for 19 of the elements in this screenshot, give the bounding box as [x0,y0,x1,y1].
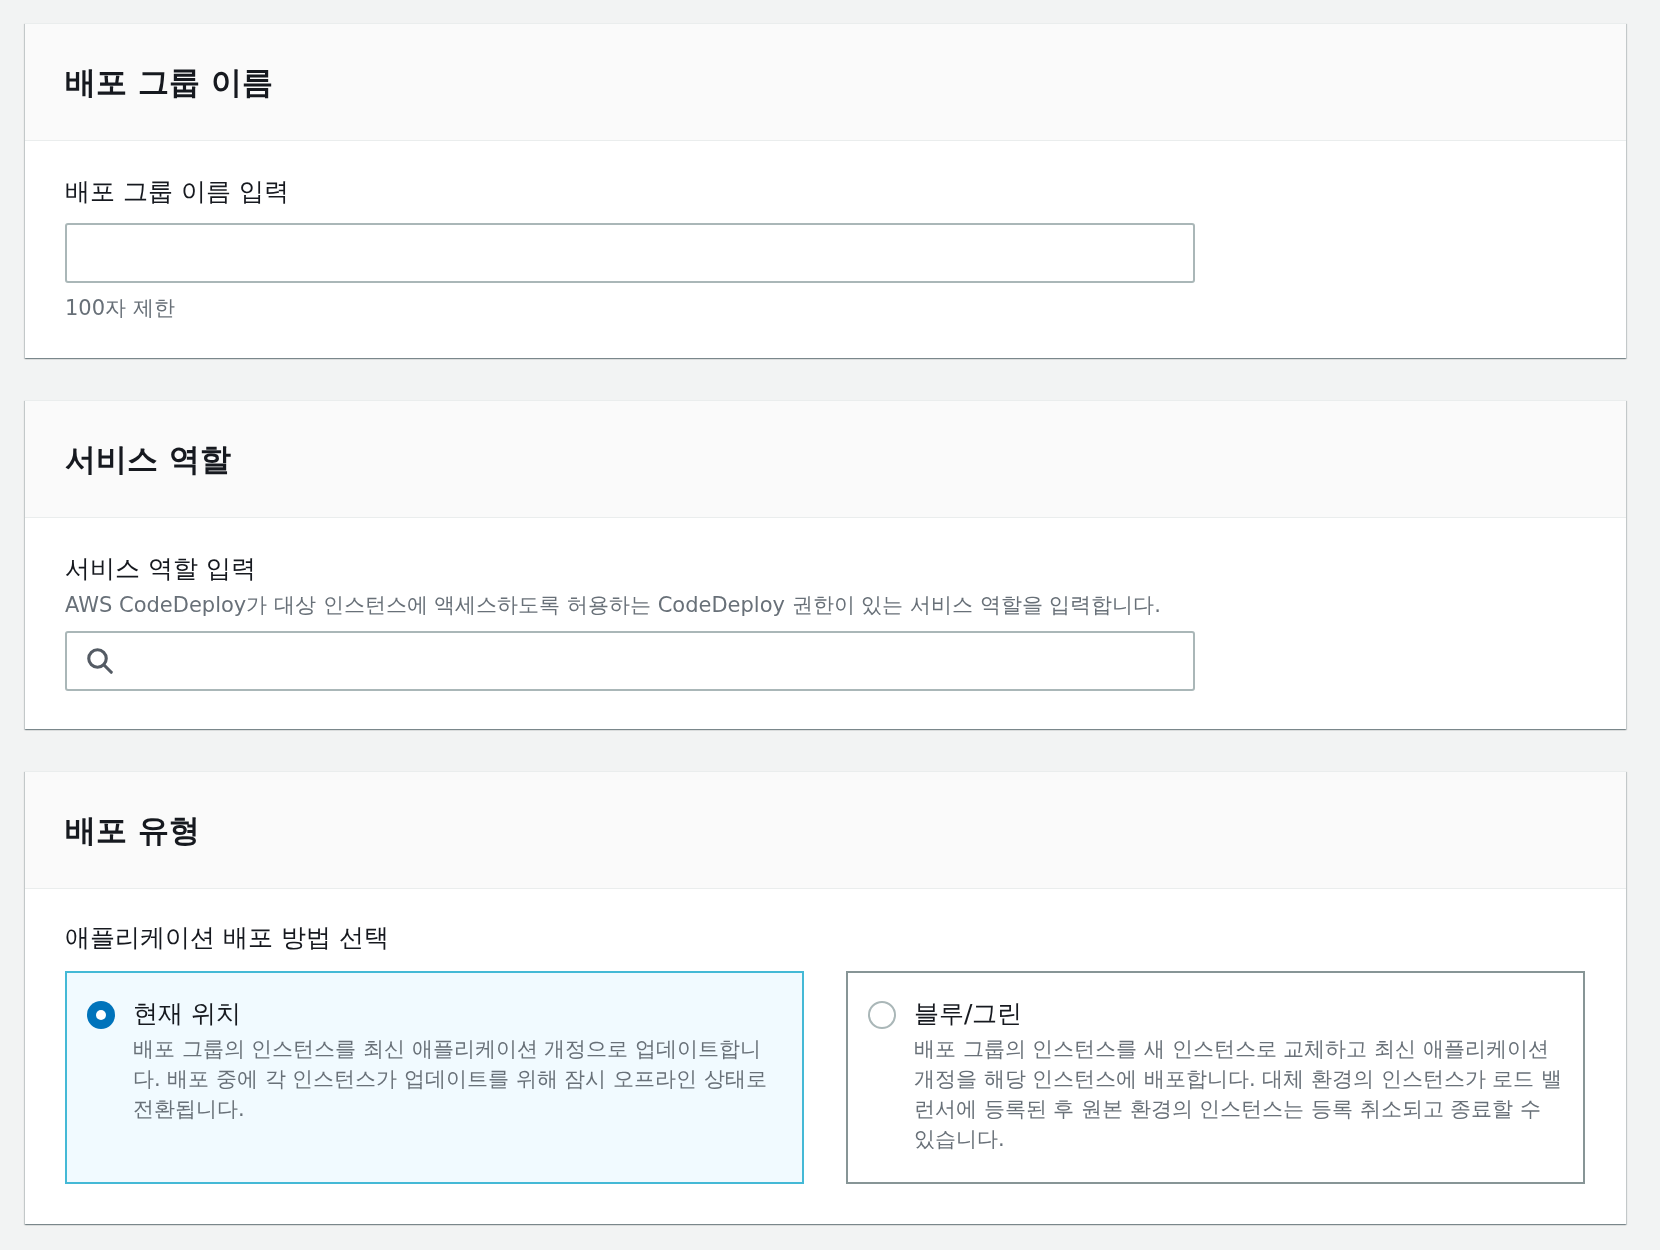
field-label: 배포 그룹 이름 입력 [65,176,290,208]
section-title: 배포 유형 [65,810,200,850]
input-field[interactable] [65,222,1195,283]
option-description: 배포 그룹의 인스턴스를 새 인스턴스로 교체하고 최신 애플리케이션 개정을 해당 인스턴스에 배포합니다. 대체 환경의 인스턴스가 로드 밸런서에 등록된 후 원본 환경의 인스턴스는 등록 취소되고 종료할 수 있습니다. [914,1036,1563,1153]
search-field[interactable] [65,631,1195,691]
option-title: 블루/그린 [914,997,1024,1030]
field-label: 애플리케이션 배포 방법 선택 [65,922,390,954]
option-description: 배포 그룹의 인스턴스를 최신 애플리케이션 개정으로 업데이트합니다. 배포 중에 각 인스턴스가 업데이트를 위해 잠시 오프라인 상태로 전환됩니다. [133,1036,768,1123]
radio-option-card[interactable]: 현재 위치 배포 그룹의 인스턴스를 최신 애플리케이션 개정으로 업데이트합니다. 배포 중에 각 인스턴스가 업데이트를 위해 잠시 오프라인 상태로 전환됩니다. [65,970,804,1184]
radio-button[interactable] [868,1000,896,1029]
radio-button[interactable] [87,1000,115,1029]
section-title: 서비스 역할 [65,439,231,479]
section-title: 배포 그룹 이름 [65,62,273,102]
search-icon [85,646,115,676]
radio-option-card[interactable]: 블루/그린 배포 그룹의 인스턴스를 새 인스턴스로 교체하고 최신 애플리케이션 개정을 해당 인스턴스에 배포합니다. 대체 환경의 인스턴스가 로드 밸런서에 등록된 후 원본 환경의 인스턴스는 등록 취소되고 종료할 수 있습니다. [846,970,1585,1184]
option-title: 현재 위치 [133,997,242,1030]
field-hint: 100자 제한 [65,294,176,322]
field-label: 서비스 역할 입력 [65,553,257,585]
field-description: AWS CodeDeploy가 대상 인스턴스에 액세스하도록 허용하는 CodeDeploy 권한이 있는 서비스 역할을 입력합니다. [65,591,1162,619]
